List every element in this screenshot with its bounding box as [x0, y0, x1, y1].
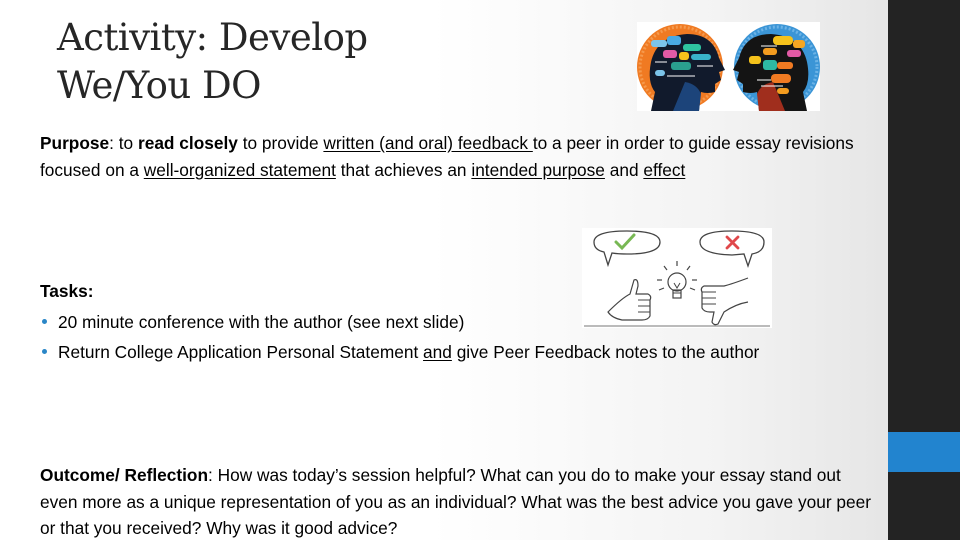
purpose-text: : to	[109, 133, 138, 153]
purpose-read-closely: read closely	[137, 133, 238, 153]
outcome-label: Outcome/ Reflection	[40, 465, 209, 485]
slide: Activity: Develop We/You DO Purpose: to …	[0, 0, 960, 540]
tasks-list: 20 minute conference with the author (se…	[40, 309, 860, 366]
right-sidebar-accent-block	[888, 432, 960, 472]
purpose-label: Purpose	[40, 133, 110, 153]
task-item-text: 20 minute conference with the author (se…	[58, 311, 465, 332]
purpose-text: to provide	[237, 133, 324, 153]
outcome-paragraph: Outcome/ Reflection: How was today’s ses…	[40, 462, 880, 540]
slide-title-line-2: We/You DO	[57, 64, 261, 107]
slide-title: Activity: Develop We/You DO	[57, 14, 368, 110]
bullet-icon	[42, 349, 47, 354]
purpose-text: and	[604, 159, 644, 180]
two-heads-image	[637, 22, 820, 111]
task-item-text: give Peer Feedback notes to the author	[451, 342, 760, 362]
task-item: Return College Application Personal Stat…	[40, 339, 828, 366]
tasks-section: Tasks: 20 minute conference with the aut…	[40, 278, 860, 366]
purpose-text: that achieves an	[335, 159, 472, 180]
task-item: 20 minute conference with the author (se…	[40, 309, 860, 336]
slide-title-line-1: Activity: Develop	[57, 16, 368, 59]
purpose-paragraph: Purpose: to read closely to provide writ…	[40, 130, 875, 183]
bullet-icon	[42, 318, 47, 324]
purpose-intended-purpose: intended purpose	[471, 159, 605, 180]
tasks-heading: Tasks:	[40, 281, 94, 301]
purpose-effect: effect	[643, 159, 686, 180]
purpose-written-feedback: written (and oral) feedback	[323, 133, 533, 153]
purpose-well-organized: well-organized statement	[143, 159, 336, 180]
heads-illustration-icon	[637, 24, 820, 111]
task-item-underlined: and	[423, 342, 452, 362]
task-item-text: Return College Application Personal Stat…	[58, 342, 424, 362]
